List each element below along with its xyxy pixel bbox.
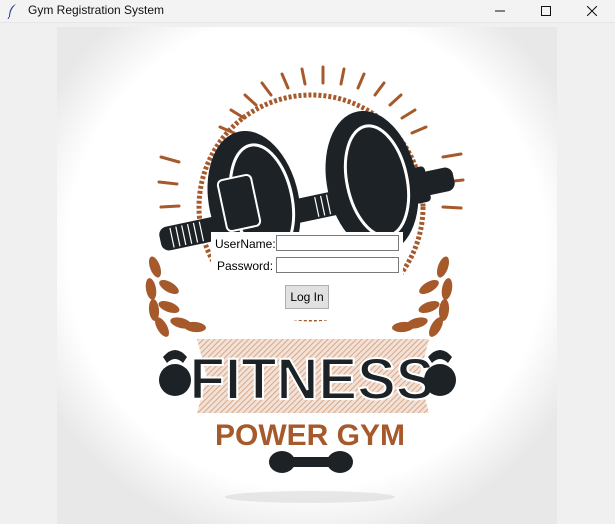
close-icon: [587, 6, 597, 16]
password-input[interactable]: [276, 257, 399, 273]
login-form: UserName: Password: Log In: [211, 232, 403, 320]
minimize-button[interactable]: [477, 0, 523, 22]
title-bar: Gym Registration System: [0, 0, 615, 23]
username-label: UserName:: [215, 237, 276, 251]
username-input[interactable]: [276, 235, 399, 251]
logo-headline: FITNESS: [190, 347, 435, 412]
kettlebell-right: [424, 350, 456, 396]
maximize-button[interactable]: [523, 0, 569, 22]
logo-subline: POWER GYM: [215, 419, 405, 452]
feather-icon: [7, 4, 16, 19]
close-button[interactable]: [569, 0, 615, 22]
minimize-icon: [495, 10, 505, 12]
password-label: Password:: [217, 259, 274, 273]
logo-shadow: [225, 491, 395, 503]
kettlebell-left: [159, 350, 191, 396]
window-title: Gym Registration System: [28, 3, 165, 17]
maximize-icon: [541, 6, 551, 16]
login-button[interactable]: Log In: [285, 285, 329, 309]
